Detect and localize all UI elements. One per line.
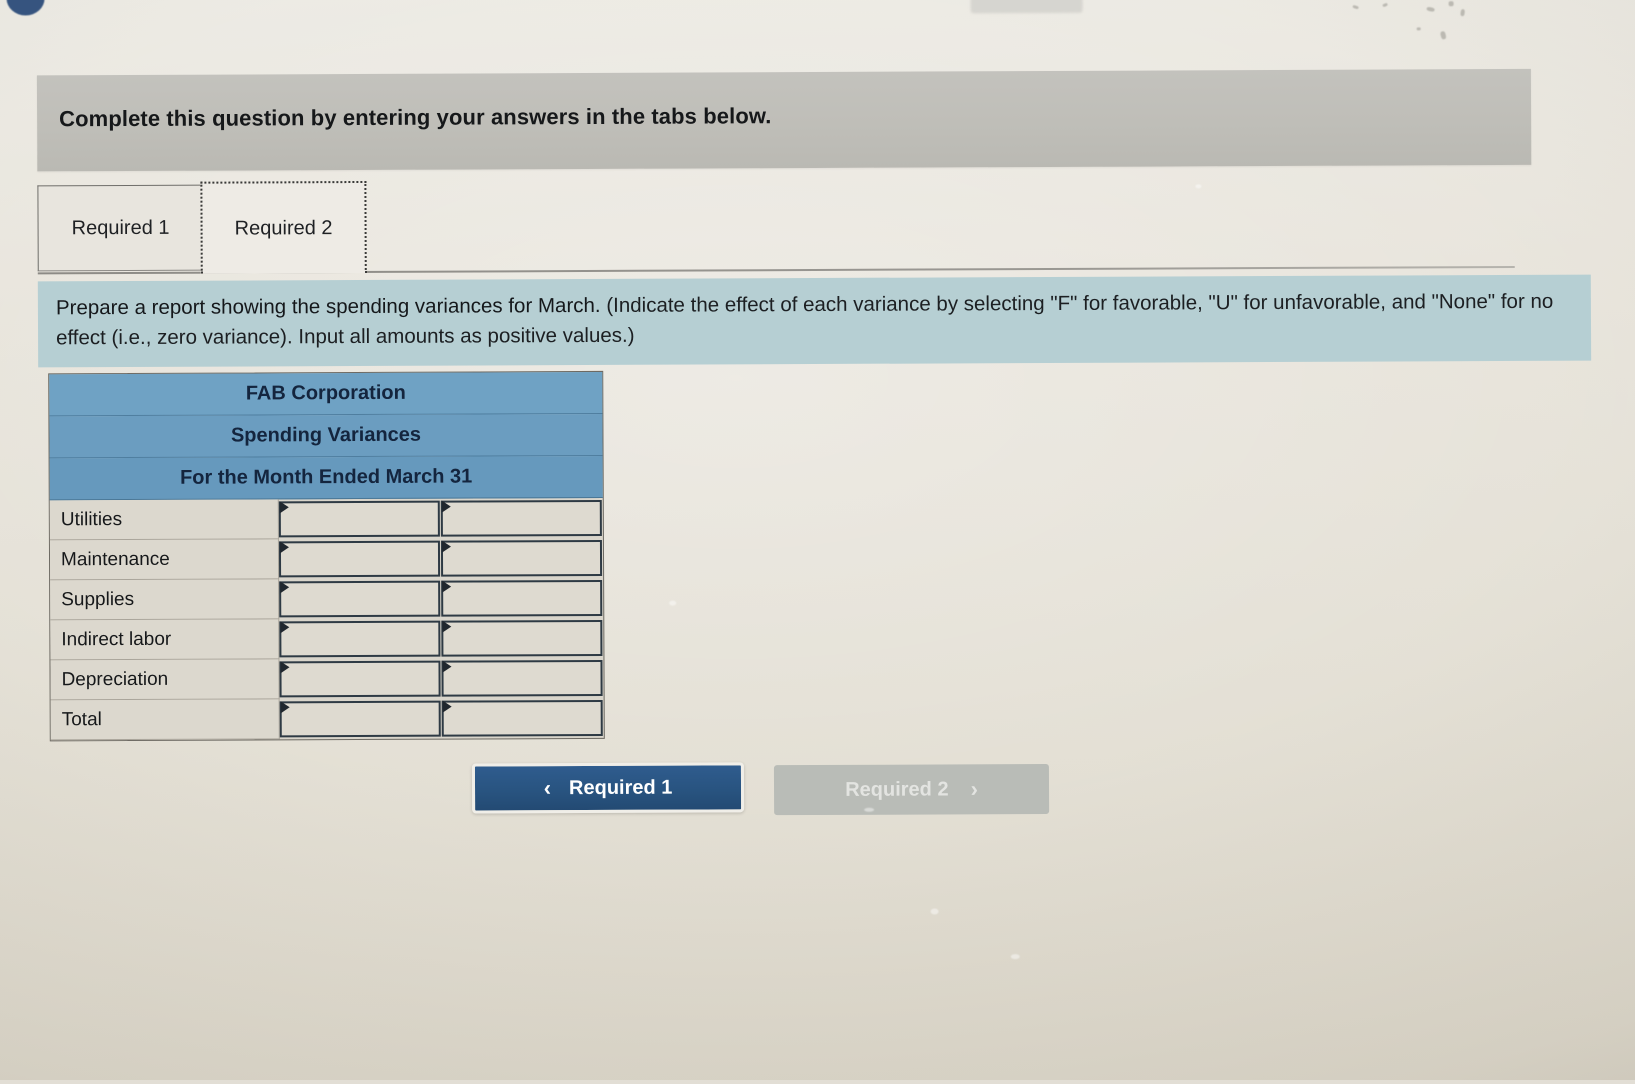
dust-speck [669,601,676,606]
dust-speck [1011,954,1020,959]
tab-required-2-label: Required 2 [235,217,333,240]
table-title-statement-text: Spending Variances [231,424,421,448]
effect-input-utilities[interactable] [441,500,602,537]
next-required-2-button[interactable]: Required 2 › [774,764,1049,815]
effect-input-total[interactable] [442,700,603,737]
screen-content: Complete this question by entering your … [0,0,1635,1084]
instruction-lead: Prepare a report showing the spending va… [56,294,601,319]
amount-input-indirect-labor[interactable] [279,621,440,658]
table-row: Supplies [50,578,603,620]
dust-speck [1195,184,1201,188]
top-dust-specks [1349,0,1599,40]
corner-blue-blob [6,0,44,16]
table-row: Indirect labor [50,618,603,660]
chevron-left-icon: ‹ [544,777,551,799]
dust-speck [864,808,874,812]
amount-input-supplies[interactable] [279,581,440,618]
row-label-supplies: Supplies [50,579,279,620]
effect-input-indirect-labor[interactable] [441,620,602,657]
row-label-indirect-labor: Indirect labor [50,619,279,660]
effect-input-depreciation[interactable] [441,660,602,697]
table-title-period-text: For the Month Ended March 31 [180,466,472,490]
dust-speck [931,908,939,914]
effect-input-maintenance[interactable] [441,540,602,577]
amount-input-total[interactable] [280,701,441,738]
table-row: Maintenance [50,538,603,580]
instruction-band: Prepare a report showing the spending va… [38,275,1591,368]
page-title: Complete this question by entering your … [59,103,771,132]
spending-variance-table: FAB Corporation Spending Variances For t… [48,371,605,741]
effect-input-supplies[interactable] [441,580,602,617]
next-button-label: Required 2 [845,778,948,801]
table-title-statement: Spending Variances [49,414,602,458]
amount-input-utilities[interactable] [279,501,440,538]
row-label-utilities: Utilities [50,499,279,540]
table-title-company: FAB Corporation [49,372,602,416]
chevron-right-icon: › [970,778,977,800]
table-row: Depreciation [50,658,603,700]
tab-required-1-label: Required 1 [72,216,170,239]
amount-input-depreciation[interactable] [279,661,440,698]
prev-button-label: Required 1 [569,776,672,799]
table-title-period: For the Month Ended March 31 [50,456,603,500]
tab-required-1[interactable]: Required 1 [37,185,203,272]
top-glare-smudge [971,0,1083,13]
table-row: Total [51,698,604,740]
row-label-maintenance: Maintenance [50,539,279,580]
tab-required-2[interactable]: Required 2 [200,181,366,274]
table-title-company-text: FAB Corporation [246,382,406,406]
row-label-depreciation: Depreciation [50,659,279,700]
question-header-bar: Complete this question by entering your … [37,69,1531,172]
row-label-total: Total [51,699,280,740]
table-row: Utilities [50,498,603,540]
amount-input-maintenance[interactable] [279,541,440,578]
prev-required-1-button[interactable]: ‹ Required 1 [472,762,744,813]
